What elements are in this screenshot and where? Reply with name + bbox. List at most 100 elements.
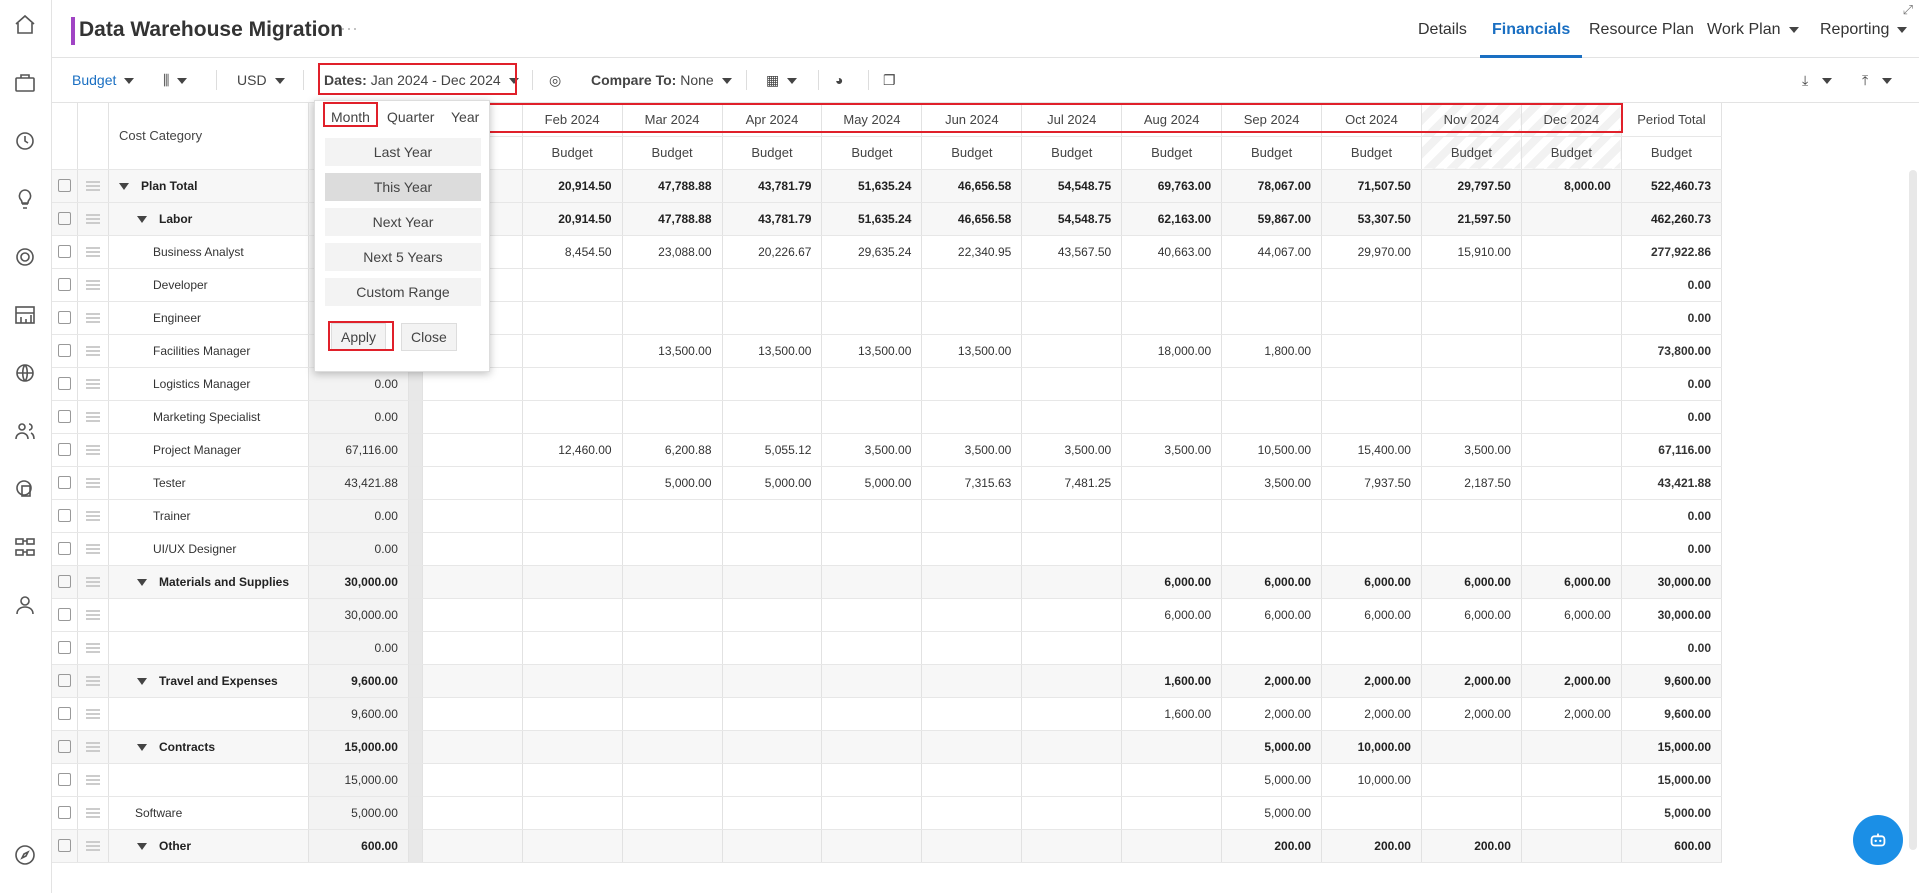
budget-cell[interactable]: 51,635.24	[821, 169, 923, 203]
dd-option-next-year[interactable]: Next Year	[325, 208, 481, 236]
row-checkbox[interactable]	[58, 443, 71, 456]
table-row[interactable]: Logistics Manager 0.00 0.00	[52, 367, 1722, 401]
budget-cell[interactable]	[722, 598, 823, 632]
budget-cell[interactable]	[1421, 268, 1522, 302]
budget-cell[interactable]: 3,500.00	[1421, 433, 1522, 467]
budget-cell[interactable]	[1521, 829, 1622, 863]
budget-cell[interactable]	[1021, 664, 1123, 698]
row-checkbox[interactable]	[58, 575, 71, 588]
budget-cell[interactable]	[1021, 499, 1123, 533]
drag-handle-icon[interactable]	[85, 246, 100, 257]
budget-cell[interactable]	[821, 499, 923, 533]
drag-handle-icon[interactable]	[85, 840, 100, 851]
row-checkbox-cell[interactable]	[52, 367, 78, 401]
budget-cell[interactable]: 10,000.00	[1321, 730, 1422, 764]
budget-cell[interactable]	[1421, 796, 1522, 830]
budget-cell[interactable]	[1421, 301, 1522, 335]
budget-cell[interactable]	[522, 730, 623, 764]
budget-cell[interactable]: 78,067.00	[1221, 169, 1323, 203]
copy-icon[interactable]: ❐	[883, 58, 896, 102]
budget-cell[interactable]: 3,500.00	[1021, 433, 1123, 467]
budget-cell[interactable]	[1021, 631, 1123, 665]
columns-selector[interactable]: ⫼	[163, 58, 188, 102]
budget-cell[interactable]: 69,763.00	[1121, 169, 1223, 203]
budget-cell[interactable]	[821, 532, 923, 566]
budget-cell[interactable]	[422, 565, 523, 599]
budget-cell[interactable]: 5,055.12	[722, 433, 823, 467]
budget-cell[interactable]	[1021, 763, 1123, 797]
expand-toggle-icon[interactable]	[118, 182, 129, 190]
tab-work-plan[interactable]: Work Plan	[1707, 0, 1799, 58]
budget-cell[interactable]: 6,000.00	[1421, 598, 1522, 632]
budget-cell[interactable]	[1521, 334, 1622, 368]
row-checkbox[interactable]	[58, 806, 71, 819]
budget-cell[interactable]: 53,307.50	[1321, 202, 1422, 236]
budget-cell[interactable]: 29,970.00	[1321, 235, 1422, 269]
header-month[interactable]: Dec 2024	[1521, 103, 1622, 137]
row-checkbox-cell[interactable]	[52, 796, 78, 830]
budget-cell[interactable]: 62,163.00	[1121, 202, 1223, 236]
row-checkbox[interactable]	[58, 740, 71, 753]
period-total-cell[interactable]: 600.00	[1621, 829, 1722, 863]
drag-handle-cell[interactable]	[77, 367, 109, 401]
drag-handle-cell[interactable]	[77, 532, 109, 566]
vertical-scrollbar[interactable]	[1909, 170, 1917, 850]
budget-cell[interactable]	[1021, 301, 1123, 335]
budget-cell[interactable]	[1521, 202, 1622, 236]
drag-handle-icon[interactable]	[85, 576, 100, 587]
budget-cell[interactable]	[1321, 367, 1422, 401]
drag-handle-icon[interactable]	[85, 510, 100, 521]
dd-tab-year[interactable]: Year	[445, 105, 485, 129]
table-row[interactable]: Materials and Supplies 30,000.00 6,000.00 6…	[52, 565, 1722, 599]
report-icon[interactable]	[12, 476, 38, 502]
budget-cell[interactable]	[622, 532, 723, 566]
budget-cell[interactable]	[622, 268, 723, 302]
period-total-cell[interactable]: 0.00	[1621, 532, 1722, 566]
budget-cell[interactable]	[921, 532, 1023, 566]
budget-cell[interactable]	[622, 829, 723, 863]
budget-cell[interactable]: 3,500.00	[1121, 433, 1223, 467]
expand-toggle-icon[interactable]	[136, 578, 147, 586]
drag-handle-icon[interactable]	[85, 741, 100, 752]
budget-cell[interactable]	[921, 598, 1023, 632]
budget-cell[interactable]	[1121, 499, 1223, 533]
budget-cell[interactable]	[1421, 367, 1522, 401]
budget-cell[interactable]: 10,500.00	[1221, 433, 1323, 467]
budget-cell[interactable]	[522, 268, 623, 302]
budget-cell[interactable]	[622, 697, 723, 731]
drag-handle-icon[interactable]	[85, 411, 100, 422]
header-month[interactable]: Jul 2024	[1021, 103, 1123, 137]
period-total-cell[interactable]: 522,460.73	[1621, 169, 1722, 203]
budget-cell[interactable]: 6,000.00	[1121, 565, 1223, 599]
drag-handle-icon[interactable]	[85, 609, 100, 620]
compass-icon[interactable]	[12, 842, 38, 868]
header-month[interactable]: Mar 2024	[622, 103, 723, 137]
budget-cell[interactable]	[622, 730, 723, 764]
period-total-cell[interactable]: 9,600.00	[1621, 697, 1722, 731]
period-total-cell[interactable]: 5,000.00	[1621, 796, 1722, 830]
people-icon[interactable]	[12, 418, 38, 444]
budget-cell[interactable]	[1321, 334, 1422, 368]
compare-selector[interactable]: Compare To: None	[591, 58, 732, 102]
budget-cell[interactable]	[722, 367, 823, 401]
budget-cell[interactable]: 5,000.00	[821, 466, 923, 500]
row-checkbox[interactable]	[58, 377, 71, 390]
budget-cell[interactable]	[1221, 532, 1323, 566]
budget-cell[interactable]: 29,635.24	[821, 235, 923, 269]
budget-cell[interactable]: 3,500.00	[921, 433, 1023, 467]
budget-cell[interactable]	[1421, 631, 1522, 665]
header-month[interactable]: Apr 2024	[722, 103, 823, 137]
budget-cell[interactable]	[1321, 631, 1422, 665]
budget-cell[interactable]	[722, 532, 823, 566]
budget-cell[interactable]	[722, 697, 823, 731]
period-total-cell[interactable]: 0.00	[1621, 367, 1722, 401]
row-checkbox-cell[interactable]	[52, 169, 78, 203]
row-checkbox-cell[interactable]	[52, 763, 78, 797]
budget-cell[interactable]	[821, 697, 923, 731]
budget-cell[interactable]	[522, 532, 623, 566]
row-checkbox[interactable]	[58, 773, 71, 786]
budget-cell[interactable]	[422, 697, 523, 731]
budget-cell[interactable]: 6,000.00	[1321, 598, 1422, 632]
budget-cell[interactable]: 1,600.00	[1121, 697, 1223, 731]
drag-handle-cell[interactable]	[77, 433, 109, 467]
